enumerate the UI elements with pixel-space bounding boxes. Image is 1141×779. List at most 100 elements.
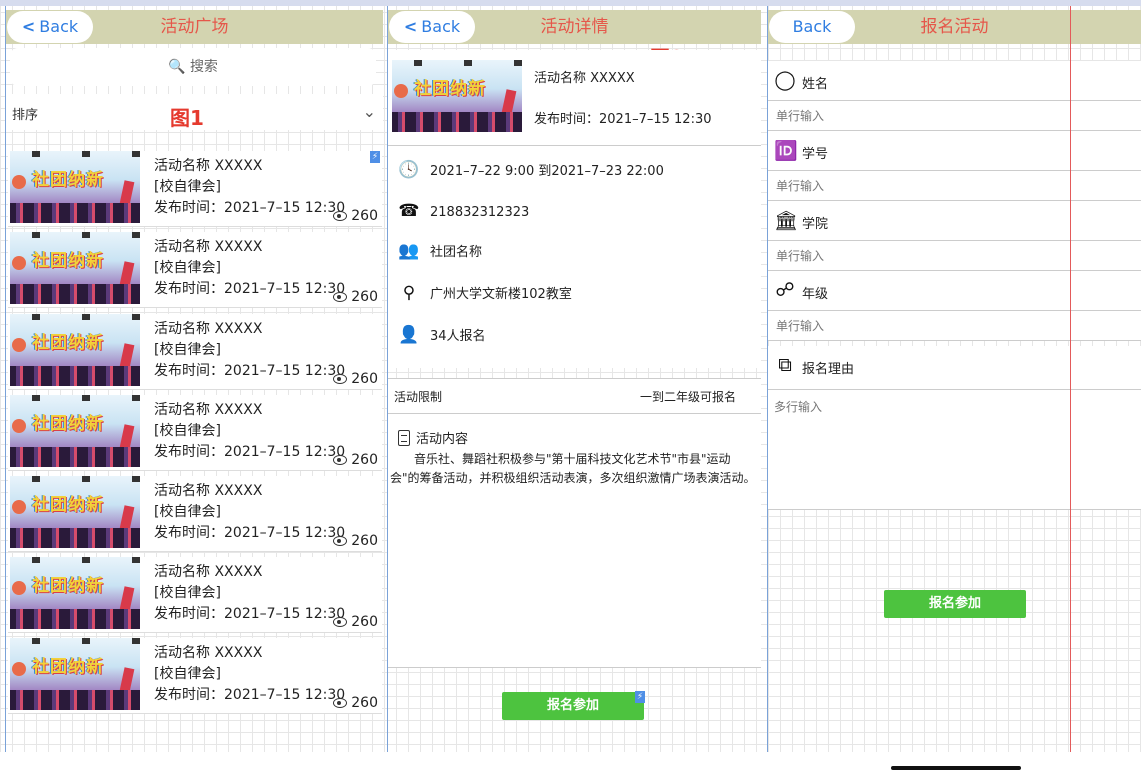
publish-time: 发布时间：2021–7–15 12:30 <box>154 281 346 297</box>
activity-org: [校自律会] <box>154 179 221 195</box>
activity-name: 活动名称 XXXXX <box>154 645 263 661</box>
name-input[interactable]: 单行输入 <box>768 101 1141 131</box>
page-title: 报名活动 <box>920 17 989 37</box>
list-item[interactable]: 社团纳新 活动名称 XXXXX [校自律会] 发布时间：2021–7–15 12:30… <box>8 638 382 714</box>
reason-label-row: ⧉ 报名理由 <box>768 346 1141 390</box>
signup-button[interactable]: 报名参加 <box>884 590 1026 618</box>
view-count: 260 <box>333 533 378 549</box>
flash-icon: ⚡ <box>370 151 380 163</box>
view-count: 260 <box>333 614 378 630</box>
document-icon <box>398 430 410 446</box>
activity-thumbnail: 社团纳新 <box>10 232 140 304</box>
activity-content: 活动内容 音乐社、舞蹈社积极参与"第十届科技文化艺术节"市县"运动会"的筹备活动… <box>388 414 761 668</box>
publish-time: 发布时间：2021–7–15 12:30 <box>154 200 346 216</box>
college-input[interactable]: 单行输入 <box>768 241 1141 271</box>
home-indicator[interactable] <box>891 766 1021 770</box>
publish-time: 发布时间：2021–7–15 12:30 <box>154 363 346 379</box>
activity-name: 活动名称 XXXXX <box>154 402 263 418</box>
page-title: 活动广场 <box>160 17 229 37</box>
eye-icon <box>333 374 348 384</box>
publish-time: 发布时间：2021–7–15 12:30 <box>154 525 346 541</box>
list-item[interactable]: 社团纳新 活动名称 XXXXX [校自律会] 发布时间：2021–7–15 12:30… <box>8 395 382 471</box>
signup-count-row: 👤 34人报名 <box>398 325 486 345</box>
publish-time: 发布时间：2021–7–15 12:30 <box>154 606 346 622</box>
person-icon: ◯ <box>774 69 796 91</box>
publish-time: 发布时间：2021–7–15 12:30 <box>154 687 346 703</box>
activity-name: 活动名称 XXXXX <box>154 321 263 337</box>
activity-name: 活动名称 XXXXX <box>154 483 263 499</box>
view-count: 260 <box>333 695 378 711</box>
activity-name: 活动名称 XXXXX <box>154 158 263 174</box>
view-count: 260 <box>333 208 378 224</box>
publish-time: 发布时间：2021–7–15 12:30 <box>154 444 346 460</box>
activity-name: 活动名称 XXXXX <box>534 71 635 86</box>
activity-org: [校自律会] <box>154 260 221 276</box>
header-bar: < Back 活动详情 <box>388 10 761 44</box>
content-title: 活动内容 <box>398 428 468 447</box>
name-label-row: ◯ 姓名 <box>768 61 1141 101</box>
datetime-row: 🕓 2021–7–22 9:00 到2021–7–23 22:00 <box>398 160 664 180</box>
list-item[interactable]: 社团纳新 活动名称 XXXXX [校自律会] 发布时间：2021–7–15 12:30… <box>8 314 382 390</box>
copy-icon: ⧉ <box>778 354 792 376</box>
building-icon: 🏛 <box>774 210 799 232</box>
id-card-icon: 🆔 <box>774 140 798 162</box>
grade-input[interactable]: 单行输入 <box>768 311 1141 341</box>
location-row: ⚲ 广州大学文新楼102教室 <box>398 281 572 305</box>
eye-icon <box>333 292 348 302</box>
activity-org: [校自律会] <box>154 585 221 601</box>
flash-icon: ⚡ <box>635 691 645 703</box>
view-count: 260 <box>333 452 378 468</box>
view-count: 260 <box>333 371 378 387</box>
activity-thumbnail: 社团纳新 <box>10 638 140 710</box>
search-icon: 🔍 <box>168 59 186 75</box>
grade-label-row: ☍ 年级 <box>768 271 1141 311</box>
activity-detail-panel: <Back 活动详情 图2 社团纳新 活动名称 XXXXX 发布时间：2021–… <box>387 6 761 752</box>
person-icon: 👤 <box>398 325 420 345</box>
activity-thumbnail: 社团纳新 <box>10 151 140 223</box>
phone-icon: ☎ <box>398 201 420 221</box>
search-input[interactable]: 🔍 搜索 <box>10 48 376 86</box>
eye-icon <box>333 698 348 708</box>
eye-icon <box>333 536 348 546</box>
header-bar: Back 报名活动 <box>768 10 1141 44</box>
publish-time: 发布时间：2021–7–15 12:30 <box>534 112 712 127</box>
detail-header: 社团纳新 活动名称 XXXXX 发布时间：2021–7–15 12:30 <box>388 50 761 146</box>
activity-square-panel: < Back 活动广场 🔍 搜索 排序 ⌄ 图1 社团纳新 活动名称 XXXXX [校… <box>5 6 383 752</box>
phone-row[interactable]: ☎ 218832312323 <box>398 199 529 223</box>
activity-name: 活动名称 XXXXX <box>154 564 263 580</box>
eye-icon <box>333 211 348 221</box>
location-pin-icon: ⚲ <box>402 283 416 303</box>
activity-limit-row: 活动限制 一到二年级可报名 <box>388 378 761 414</box>
list-item[interactable]: 社团纳新 活动名称 XXXXX [校自律会] 发布时间：2021–7–15 12:30… <box>8 151 382 227</box>
student-id-input[interactable]: 单行输入 <box>768 171 1141 201</box>
sort-label: 排序 <box>12 108 39 123</box>
student-id-label-row: 🆔 学号 <box>768 131 1141 171</box>
activity-poster-image: 社团纳新 <box>392 60 522 132</box>
content-text: 音乐社、舞蹈社积极参与"第十届科技文化艺术节"市县"运动会"的筹备活动，并积极组… <box>390 452 756 485</box>
activity-name: 活动名称 XXXXX <box>154 239 263 255</box>
list-item[interactable]: 社团纳新 活动名称 XXXXX [校自律会] 发布时间：2021–7–15 12:30… <box>8 232 382 308</box>
hierarchy-icon: ☍ <box>775 279 795 301</box>
list-item[interactable]: 社团纳新 活动名称 XXXXX [校自律会] 发布时间：2021–7–15 12:30… <box>8 476 382 552</box>
info-block: 🕓 2021–7–22 9:00 到2021–7–23 22:00 ☎ 218832… <box>388 146 761 368</box>
clock-icon: 🕓 <box>398 160 420 180</box>
view-count: 260 <box>333 289 378 305</box>
group-icon: 👥 <box>398 241 420 261</box>
eye-icon <box>333 617 348 627</box>
page-title: 活动详情 <box>540 17 609 37</box>
activity-org: [校自律会] <box>154 342 221 358</box>
list-item[interactable]: 社团纳新 活动名称 XXXXX [校自律会] 发布时间：2021–7–15 12:30… <box>8 557 382 633</box>
college-label-row: 🏛 学院 <box>768 201 1141 241</box>
signup-form-panel: Back 报名活动 图3 ◯ 姓名 单行输入 🆔 学号 单行输入 🏛 学院 单行… <box>767 6 1141 752</box>
header-bar: < Back 活动广场 <box>6 10 383 44</box>
figure-label: 图1 <box>170 106 204 130</box>
signup-button[interactable]: 报名参加 ⚡ <box>502 691 645 720</box>
activity-thumbnail: 社团纳新 <box>10 557 140 629</box>
activity-thumbnail: 社团纳新 <box>10 395 140 467</box>
club-row: 👥 社团名称 <box>398 241 483 261</box>
activity-org: [校自律会] <box>154 423 221 439</box>
activity-org: [校自律会] <box>154 504 221 520</box>
reason-textarea[interactable]: 多行输入 <box>768 390 1141 510</box>
activity-thumbnail: 社团纳新 <box>10 476 140 548</box>
chevron-down-icon: ⌄ <box>362 102 376 121</box>
